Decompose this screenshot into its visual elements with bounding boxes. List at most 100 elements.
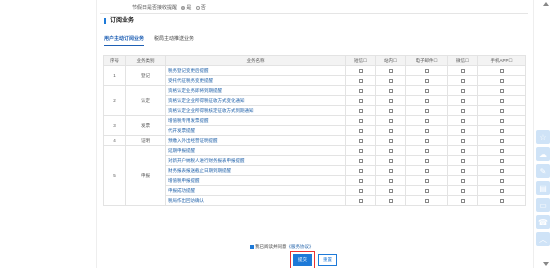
app-checkbox[interactable]: [499, 158, 504, 163]
station-checkbox[interactable]: [388, 188, 393, 193]
wechat-checkbox[interactable]: [460, 188, 465, 193]
paint-icon[interactable]: ✎: [536, 164, 550, 178]
app-cell: [477, 85, 526, 96]
station-checkbox[interactable]: [388, 78, 393, 83]
service-agreement-link[interactable]: 《服务协议》: [287, 244, 314, 249]
email-checkbox[interactable]: [424, 148, 429, 153]
wechat-checkbox[interactable]: [460, 128, 465, 133]
email-checkbox[interactable]: [424, 78, 429, 83]
header-email[interactable]: 电子邮件☐: [405, 55, 448, 66]
business-name: 受托代征税务变更提醒: [165, 75, 346, 86]
app-checkbox[interactable]: [499, 118, 504, 123]
station-checkbox[interactable]: [388, 178, 393, 183]
agreement-checkbox[interactable]: [250, 244, 254, 249]
station-checkbox[interactable]: [388, 128, 393, 133]
chevron-up-icon[interactable]: ︿: [536, 232, 550, 246]
station-checkbox[interactable]: [388, 88, 393, 93]
sms-checkbox[interactable]: [358, 168, 363, 173]
wechat-checkbox[interactable]: [460, 78, 465, 83]
app-checkbox[interactable]: [499, 78, 504, 83]
wechat-checkbox[interactable]: [460, 158, 465, 163]
station-checkbox[interactable]: [388, 118, 393, 123]
wechat-checkbox[interactable]: [460, 178, 465, 183]
app-checkbox[interactable]: [499, 88, 504, 93]
radio-yes[interactable]: [181, 5, 186, 10]
sms-checkbox[interactable]: [358, 188, 363, 193]
tab-tax-pushed[interactable]: 税局主动推送业务: [154, 35, 194, 46]
submit-button[interactable]: 提交: [290, 251, 315, 268]
sms-checkbox[interactable]: [358, 178, 363, 183]
app-checkbox[interactable]: [499, 108, 504, 113]
wechat-checkbox[interactable]: [460, 98, 465, 103]
sms-checkbox[interactable]: [358, 128, 363, 133]
email-checkbox[interactable]: [424, 88, 429, 93]
sms-checkbox[interactable]: [358, 68, 363, 73]
email-checkbox[interactable]: [424, 118, 429, 123]
wechat-checkbox[interactable]: [460, 68, 465, 73]
sms-checkbox[interactable]: [358, 198, 363, 203]
app-checkbox[interactable]: [499, 98, 504, 103]
header-app[interactable]: 手机APP☐: [477, 55, 526, 66]
station-checkbox[interactable]: [388, 158, 393, 163]
email-checkbox[interactable]: [424, 108, 429, 113]
email-cell: [405, 75, 448, 86]
wechat-checkbox[interactable]: [460, 148, 465, 153]
scroll-down-arrow[interactable]: [543, 262, 549, 266]
station-checkbox[interactable]: [388, 108, 393, 113]
app-checkbox[interactable]: [499, 68, 504, 73]
app-checkbox[interactable]: [499, 138, 504, 143]
app-checkbox[interactable]: [499, 178, 504, 183]
email-checkbox[interactable]: [424, 168, 429, 173]
app-cell: [477, 145, 526, 156]
email-cell: [405, 175, 448, 186]
email-checkbox[interactable]: [424, 138, 429, 143]
wechat-cell: [447, 65, 478, 76]
email-checkbox[interactable]: [424, 98, 429, 103]
cloud-icon[interactable]: ☁: [536, 147, 550, 161]
email-checkbox[interactable]: [424, 188, 429, 193]
email-checkbox[interactable]: [424, 68, 429, 73]
header-station[interactable]: 站内☐: [375, 55, 406, 66]
app-checkbox[interactable]: [499, 168, 504, 173]
app-checkbox[interactable]: [499, 128, 504, 133]
sms-cell: [345, 155, 376, 166]
reset-button[interactable]: 重置: [318, 254, 337, 266]
wechat-checkbox[interactable]: [460, 168, 465, 173]
sms-checkbox[interactable]: [358, 108, 363, 113]
sms-checkbox[interactable]: [358, 118, 363, 123]
station-checkbox[interactable]: [388, 68, 393, 73]
sms-checkbox[interactable]: [358, 158, 363, 163]
app-cell: [477, 135, 526, 146]
header-sms[interactable]: 短信☐: [345, 55, 376, 66]
email-checkbox[interactable]: [424, 128, 429, 133]
app-checkbox[interactable]: [499, 198, 504, 203]
header-wechat[interactable]: 微信☐: [447, 55, 478, 66]
sms-checkbox[interactable]: [358, 148, 363, 153]
wechat-checkbox[interactable]: [460, 118, 465, 123]
sms-checkbox[interactable]: [358, 98, 363, 103]
station-checkbox[interactable]: [388, 198, 393, 203]
wechat-checkbox[interactable]: [460, 138, 465, 143]
app-checkbox[interactable]: [499, 188, 504, 193]
station-checkbox[interactable]: [388, 138, 393, 143]
sms-checkbox[interactable]: [358, 88, 363, 93]
phone-icon[interactable]: ☎: [536, 215, 550, 229]
scroll-up-arrow[interactable]: [543, 2, 549, 6]
email-checkbox[interactable]: [424, 178, 429, 183]
sms-checkbox[interactable]: [358, 78, 363, 83]
station-checkbox[interactable]: [388, 98, 393, 103]
document-icon[interactable]: ▤: [536, 181, 550, 195]
email-checkbox[interactable]: [424, 198, 429, 203]
email-checkbox[interactable]: [424, 158, 429, 163]
star-icon[interactable]: ☆: [536, 130, 550, 144]
wechat-checkbox[interactable]: [460, 198, 465, 203]
app-checkbox[interactable]: [499, 148, 504, 153]
station-checkbox[interactable]: [388, 148, 393, 153]
wechat-checkbox[interactable]: [460, 88, 465, 93]
wechat-checkbox[interactable]: [460, 108, 465, 113]
station-checkbox[interactable]: [388, 168, 393, 173]
radio-no[interactable]: [195, 5, 200, 10]
tab-user-subscribed[interactable]: 用户主动订阅业务: [104, 35, 145, 46]
card-icon[interactable]: ▭: [536, 198, 550, 212]
sms-checkbox[interactable]: [358, 138, 363, 143]
